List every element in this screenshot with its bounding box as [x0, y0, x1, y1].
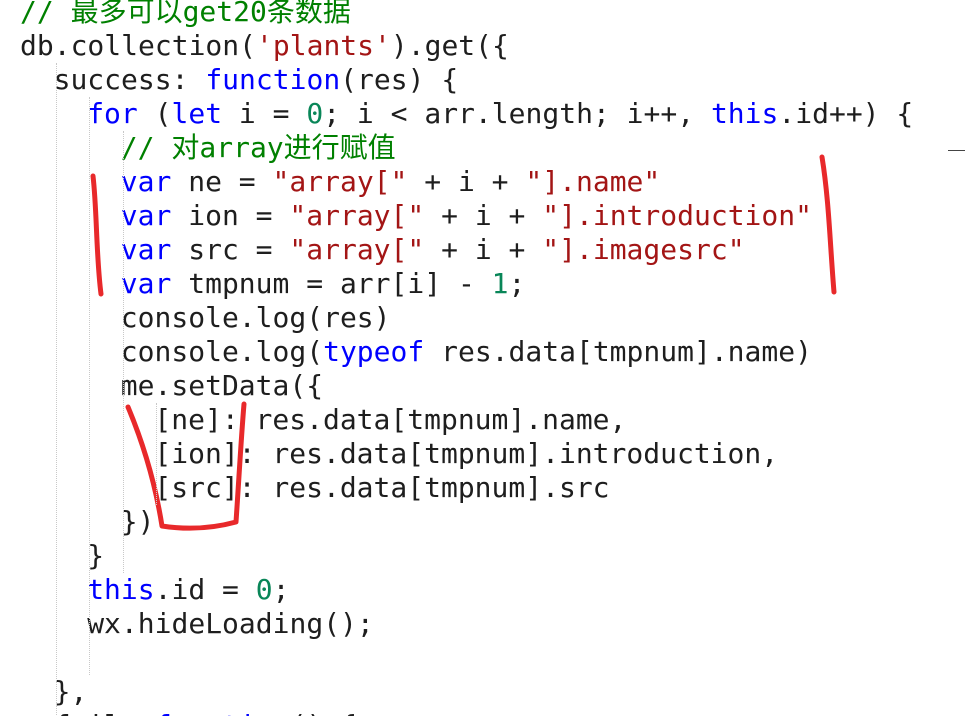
- code-token: }): [120, 505, 155, 538]
- indent-guide: [122, 131, 124, 573]
- code-token: + i +: [424, 233, 543, 266]
- code-line: [ion]: res.data[tmpnum].introduction,: [154, 437, 778, 471]
- red-bracket-right: [819, 154, 837, 295]
- code-token: (: [137, 97, 172, 130]
- code-token: var: [120, 267, 172, 300]
- code-token: fail:: [54, 709, 155, 716]
- code-line: var tmpnum = arr[i] - 1;: [121, 267, 526, 301]
- code-token: + i +: [407, 165, 526, 198]
- code-token: success:: [53, 63, 206, 96]
- code-token: var: [120, 233, 172, 266]
- code-line: console.log(typeof res.data[tmpnum].name…: [121, 335, 812, 369]
- code-line: var ion = "array[" + i + "].introduction…: [121, 199, 812, 233]
- code-line: this.id = 0;: [87, 573, 289, 607]
- code-token: function: [205, 63, 341, 96]
- code-token: db.collection(: [20, 29, 257, 62]
- code-line: // 对array进行赋值: [121, 131, 396, 165]
- code-token: for: [87, 97, 138, 130]
- code-token: ; i < arr.length; i++,: [323, 97, 711, 130]
- code-token: 'plants': [256, 29, 391, 62]
- editor-edge-rule: [948, 150, 965, 151]
- code-line: wx.hideLoading();: [87, 607, 374, 641]
- code-token: var: [120, 165, 172, 198]
- code-token: // 最多可以get20条数据: [20, 0, 351, 28]
- code-line: for (let i = 0; i < arr.length; i++, thi…: [87, 97, 913, 131]
- code-token: 0: [255, 573, 273, 606]
- code-token: .id =: [154, 573, 256, 606]
- indent-guide: [55, 63, 57, 716]
- code-token: "array[": [289, 199, 425, 232]
- code-line: success: function(res) {: [54, 63, 459, 97]
- code-token: this: [710, 97, 779, 130]
- code-token: console.log(: [120, 335, 324, 368]
- code-editor-screenshot: // 最多可以get20条数据 db.collection('plants').g…: [0, 0, 965, 716]
- code-token: },: [53, 675, 88, 708]
- code-token: [ne]: res.data[tmpnum].name,: [154, 403, 627, 436]
- red-bracket-left: [90, 173, 104, 297]
- code-token: "].introduction": [542, 199, 812, 232]
- code-line: fail: function() {: [54, 709, 357, 716]
- code-token: .id++) {: [778, 97, 914, 130]
- code-token: i =: [222, 97, 307, 130]
- code-token: var: [120, 199, 172, 232]
- indent-guide: [89, 97, 91, 675]
- code-token: "].name": [525, 165, 661, 198]
- code-token: function: [155, 709, 290, 716]
- code-line: db.collection('plants').get({: [20, 29, 509, 63]
- code-token: 0: [306, 97, 324, 130]
- code-line: me.setData({: [121, 369, 323, 403]
- code-line: [src]: res.data[tmpnum].src: [154, 471, 609, 505]
- code-token: // 对array进行赋值: [120, 131, 396, 164]
- code-line: var src = "array[" + i + "].imagesrc": [121, 233, 745, 267]
- code-token: ;: [508, 267, 526, 300]
- code-line: console.log(res): [121, 301, 391, 335]
- code-line: },: [54, 675, 88, 709]
- code-token: wx.hideLoading();: [87, 607, 374, 640]
- code-token: this: [87, 573, 155, 606]
- code-token: src =: [171, 233, 290, 266]
- code-token: [ion]: res.data[tmpnum].introduction,: [154, 437, 779, 470]
- code-token: res.data[tmpnum].name): [424, 335, 812, 368]
- code-token: () {: [290, 709, 357, 716]
- code-token: console.log(res): [120, 301, 391, 334]
- code-line: }): [121, 505, 155, 539]
- code-token: typeof: [323, 335, 425, 368]
- code-token: 1: [491, 267, 509, 300]
- code-token: me.setData({: [120, 369, 324, 402]
- code-token: + i +: [424, 199, 543, 232]
- code-line: var ne = "array[" + i + "].name": [121, 165, 660, 199]
- code-token: let: [171, 97, 223, 130]
- code-token: "array[": [289, 233, 425, 266]
- code-token: ).get({: [390, 29, 509, 62]
- code-token: ion =: [171, 199, 290, 232]
- code-line: // 最多可以get20条数据: [20, 0, 351, 29]
- indent-guide: [156, 403, 158, 505]
- code-token: (res) {: [340, 63, 459, 96]
- code-token: "array[": [272, 165, 408, 198]
- code-token: "].imagesrc": [542, 233, 745, 266]
- code-token: ne =: [171, 165, 273, 198]
- code-token: tmpnum = arr[i] -: [171, 267, 492, 300]
- code-line: [ne]: res.data[tmpnum].name,: [154, 403, 626, 437]
- code-token: ;: [272, 573, 290, 606]
- code-token: [src]: res.data[tmpnum].src: [154, 471, 610, 504]
